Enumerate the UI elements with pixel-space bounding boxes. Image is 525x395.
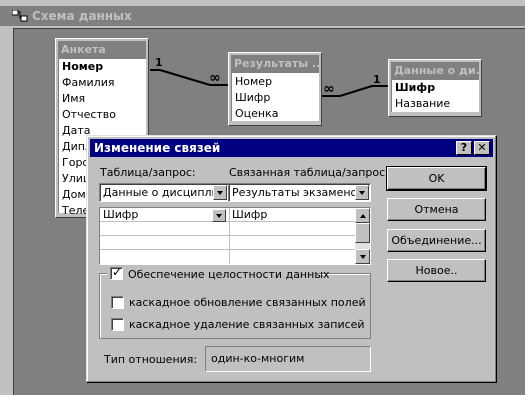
chevron-down-icon — [216, 214, 222, 218]
table-query-value: Данные о дисциплин — [103, 186, 226, 199]
integrity-label: Обеспечение целостности данных — [128, 268, 330, 281]
close-icon: ✕ — [477, 141, 487, 154]
field-item[interactable]: Номер — [232, 74, 319, 90]
relation-type-value: один-ко-многим — [205, 346, 371, 372]
relationships-window: Схема данных 1 ∞ ∞ 1 Анкета Номер Фамили… — [0, 0, 525, 395]
dropdown-button[interactable] — [355, 185, 369, 200]
scroll-up-button[interactable] — [355, 208, 370, 223]
field-mapping-grid[interactable]: Шифр Шифр — [99, 207, 371, 265]
create-new-button[interactable]: Новое.. — [387, 259, 486, 282]
table-title[interactable]: Данные о ди... — [391, 62, 479, 79]
field-item[interactable]: Имя — [59, 91, 146, 107]
relation-type-label: Тип отношения: — [104, 353, 198, 366]
chevron-down-icon — [359, 191, 365, 195]
cancel-button[interactable]: Отмена — [387, 198, 486, 221]
relation-many-label: ∞ — [323, 81, 335, 97]
vertical-scrollbar[interactable] — [355, 208, 370, 264]
table-title[interactable]: Результаты ... — [231, 55, 319, 72]
edit-relationships-dialog: Изменение связей ? ✕ Таблица/запрос: Свя… — [86, 135, 497, 383]
help-icon: ? — [460, 141, 468, 154]
chevron-up-icon — [360, 214, 366, 218]
field-list: Номер Шифр Оценка — [231, 72, 319, 121]
field-item[interactable]: Номер — [59, 59, 146, 75]
table-row[interactable]: Шифр Шифр — [100, 208, 356, 222]
cascade-update-checkbox[interactable] — [111, 296, 124, 309]
field-item[interactable]: Оценка — [232, 106, 319, 122]
table-query-label: Таблица/запрос: — [100, 166, 196, 179]
field-item[interactable]: Шифр — [392, 80, 479, 96]
join-type-button[interactable]: Объединение... — [387, 229, 486, 252]
grid-cell-left[interactable] — [100, 236, 103, 250]
related-table-value: Результаты экзаменов — [232, 186, 364, 199]
table-row[interactable] — [100, 222, 356, 236]
relation-one-label: 1 — [155, 56, 163, 69]
cascade-delete-checkbox[interactable] — [111, 318, 124, 331]
dialog-title: Изменение связей — [94, 141, 221, 155]
field-item[interactable]: Фамилия — [59, 75, 146, 91]
table-query-select[interactable]: Данные о дисциплин — [99, 183, 229, 202]
grid-cell-right[interactable] — [229, 222, 232, 236]
help-button[interactable]: ? — [456, 141, 472, 155]
table-box-results[interactable]: Результаты ... Номер Шифр Оценка — [228, 52, 322, 126]
field-list: Шифр Название — [391, 79, 479, 112]
checkmark-icon: ✓ — [112, 265, 123, 279]
table-title[interactable]: Анкета — [58, 41, 146, 58]
chevron-down-icon — [217, 191, 223, 195]
integrity-option[interactable]: ✓ Обеспечение целостности данных — [107, 265, 330, 282]
scroll-thumb[interactable] — [355, 223, 370, 243]
relation-line-2b — [339, 85, 373, 97]
field-item[interactable]: Шифр — [232, 90, 319, 106]
integrity-checkbox[interactable]: ✓ — [110, 265, 123, 280]
grid-cell-right[interactable]: Шифр — [229, 208, 267, 222]
cascade-update-label: каскадное обновление связанных полей — [129, 296, 366, 309]
grid-cell-left[interactable] — [100, 250, 103, 264]
grid-cell-left[interactable] — [100, 222, 103, 236]
dialog-titlebar[interactable]: Изменение связей ? ✕ — [90, 139, 493, 157]
related-table-label: Связанная таблица/запрос: — [229, 166, 389, 179]
table-row[interactable] — [100, 250, 356, 264]
relation-line-1b — [159, 69, 211, 86]
dropdown-button[interactable] — [212, 209, 226, 222]
field-item[interactable]: Название — [392, 96, 479, 112]
grid-cell-left[interactable]: Шифр — [100, 208, 138, 222]
grid-cell-right[interactable] — [229, 250, 232, 264]
chevron-down-icon — [360, 255, 366, 259]
relation-many-label: ∞ — [209, 70, 221, 86]
table-box-disciplines[interactable]: Данные о ди... Шифр Название — [388, 59, 482, 117]
close-button[interactable]: ✕ — [474, 141, 490, 155]
scroll-down-button[interactable] — [355, 249, 370, 264]
ok-button[interactable]: OK — [386, 166, 487, 191]
relation-one-label: 1 — [373, 73, 381, 86]
related-table-select[interactable]: Результаты экзаменов — [228, 183, 371, 202]
table-row[interactable] — [100, 236, 356, 250]
dropdown-button[interactable] — [213, 185, 227, 200]
cascade-delete-label: каскадное удаление связанных записей — [129, 318, 365, 331]
grid-cell-right[interactable] — [229, 236, 232, 250]
field-item[interactable]: Отчество — [59, 107, 146, 123]
